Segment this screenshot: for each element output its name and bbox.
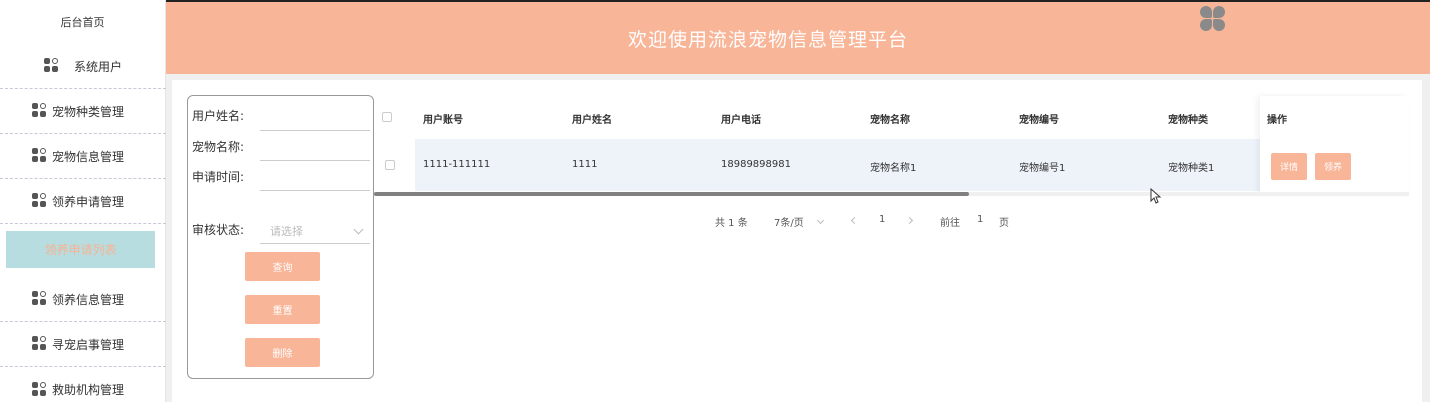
row-checkbox[interactable] (385, 160, 395, 170)
sidebar-home-link[interactable]: 后台首页 (0, 0, 165, 44)
query-button[interactable]: 查询 (245, 252, 320, 281)
username-input[interactable] (260, 130, 370, 131)
detail-button[interactable]: 详情 (1271, 153, 1307, 180)
cell-account: 1111-111111 (423, 159, 491, 170)
cell-pet-type: 宠物种类1 (1168, 163, 1215, 174)
cell-pet-name: 宠物名称1 (870, 163, 917, 174)
cell-phone: 18989898981 (721, 159, 791, 170)
sidebar-item-lost-pet-notice[interactable]: 寻宠启事管理 (0, 322, 166, 367)
column-header: 宠物名称 (870, 115, 910, 126)
pager-goto-input[interactable]: 1 (977, 214, 983, 225)
app-grid-icon (32, 336, 48, 352)
column-header: 用户姓名 (572, 115, 612, 126)
pager-current-page[interactable]: 1 (879, 214, 885, 225)
search-form: 用户姓名: 宠物名称: 申请时间: 审核状态: 请选择 查询 重置 删除 (187, 95, 374, 379)
sidebar-item-label: 宠物信息管理 (52, 149, 125, 164)
pager-size-select[interactable]: 7条/页 (774, 214, 804, 229)
column-header: 宠物种类 (1168, 115, 1208, 126)
petname-label: 宠物名称: (192, 140, 245, 154)
petname-input[interactable] (260, 160, 370, 161)
reset-button[interactable]: 重置 (245, 295, 320, 324)
pager-total: 共 1 条 (715, 218, 748, 229)
clover-logo-icon (1200, 6, 1226, 32)
sidebar-item-label: 救助机构管理 (52, 383, 125, 397)
header-banner: 欢迎使用流浪宠物信息管理平台 (166, 2, 1430, 74)
sidebar-item-adoption-list[interactable]: 领养申请列表 (6, 231, 155, 268)
sidebar-item-rescue-org[interactable]: 救助机构管理 (0, 367, 166, 402)
app-grid-icon (43, 58, 60, 74)
column-header: 用户电话 (721, 115, 761, 126)
app-grid-icon (32, 103, 48, 119)
app-grid-icon (32, 148, 48, 164)
operations-column: 操作 详情 领养 (1260, 96, 1409, 194)
page-title: 欢迎使用流浪宠物信息管理平台 (627, 28, 908, 51)
sidebar-item-adoption-info[interactable]: 领养信息管理 (0, 277, 166, 322)
sidebar-item-adoption-apply[interactable]: 领养申请管理 (0, 179, 166, 224)
chevron-down-icon (353, 224, 364, 235)
sidebar-item-label: 宠物种类管理 (52, 104, 125, 119)
mouse-cursor-icon (1150, 188, 1162, 204)
table-header: 用户账号 用户姓名 用户电话 宠物名称 宠物编号 宠物种类 (374, 96, 1409, 138)
horizontal-scrollbar-thumb[interactable] (374, 192, 969, 196)
sidebar-item-label: 领养申请列表 (44, 243, 117, 257)
sidebar-item-label: 寻宠启事管理 (52, 337, 125, 352)
username-label: 用户姓名: (192, 109, 245, 123)
apply-time-label: 申请时间: (192, 170, 245, 184)
adopt-button[interactable]: 领养 (1315, 153, 1351, 180)
column-header: 操作 (1267, 115, 1287, 126)
app-grid-icon (32, 193, 48, 209)
cell-pet-no: 宠物编号1 (1019, 163, 1066, 174)
delete-button[interactable]: 删除 (245, 338, 320, 367)
sidebar-item-label: 领养信息管理 (52, 292, 125, 307)
pager-goto-label: 前往 (940, 218, 960, 229)
app-grid-icon (32, 291, 48, 307)
select-all-checkbox[interactable] (382, 112, 392, 122)
pager-page-suffix: 页 (999, 218, 1009, 229)
status-select-placeholder: 请选择 (270, 224, 303, 238)
sidebar-item-label: 领养申请管理 (52, 194, 125, 209)
cell-name: 1111 (572, 159, 598, 170)
app-grid-icon (32, 381, 48, 398)
sidebar-item-pet-category[interactable]: 宠物种类管理 (0, 89, 166, 134)
column-header: 宠物编号 (1019, 115, 1059, 126)
status-select[interactable]: 请选择 (260, 218, 370, 244)
sidebar-item-system-users[interactable]: 系统用户 (0, 44, 166, 89)
apply-time-input[interactable] (260, 190, 370, 191)
status-label: 审核状态: (192, 223, 245, 237)
table-row: 1111-111111 1111 18989898981 宠物名称1 宠物编号1… (415, 139, 1302, 191)
column-header: 用户账号 (423, 115, 463, 126)
sidebar-item-label: 系统用户 (73, 59, 122, 74)
sidebar-item-pet-info[interactable]: 宠物信息管理 (0, 134, 166, 179)
